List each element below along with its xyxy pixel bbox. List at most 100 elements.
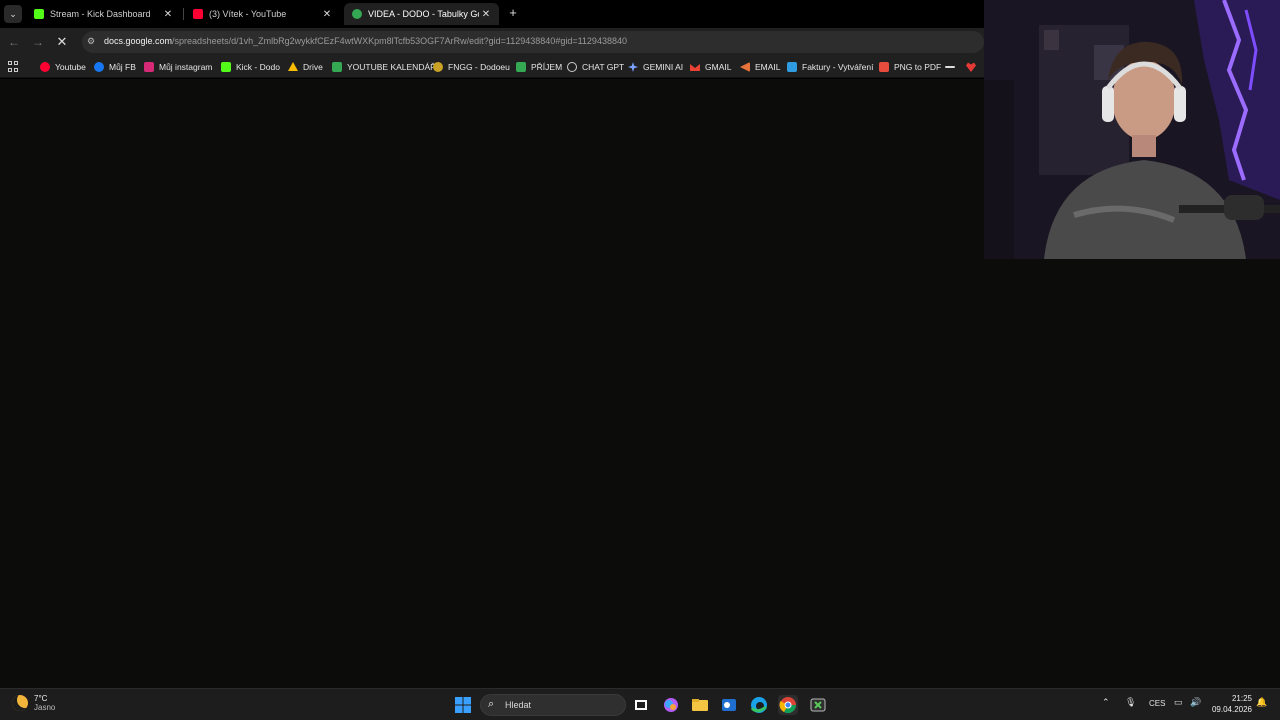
bookmark-png-to-pdf[interactable]: PNG to PDF: [879, 60, 941, 74]
taskbar: 7°C Jasno ⌕ Hledat ⌃ 🎙 CES ▭ 🔊 21:25 09.…: [0, 688, 1280, 720]
close-icon[interactable]: ✕: [479, 9, 493, 20]
back-button[interactable]: ←: [6, 34, 22, 50]
tab-title: VIDEA - DODO - Tabulky Goog: [368, 9, 479, 19]
drive-icon: [288, 62, 298, 71]
kick-icon: [34, 9, 44, 19]
stop-loading-button[interactable]: ✕: [54, 34, 70, 50]
forward-button[interactable]: →: [30, 34, 46, 50]
tab-title: (3) Vítek - YouTube: [209, 9, 287, 19]
browser-chrome: ⌄ Stream - Kick Dashboard ✕ (3) Vítek - …: [0, 0, 984, 80]
bookmark-label: PNG to PDF: [894, 62, 942, 72]
url-text: docs.google.com/spreadsheets/d/1vh_ZmlbR…: [104, 36, 627, 46]
bookmark-label: Drive: [303, 62, 323, 72]
search-icon: ⌕: [488, 698, 495, 710]
volume-icon[interactable]: 🔊: [1190, 697, 1201, 708]
bookmark-instagram[interactable]: Můj instagram: [144, 60, 212, 74]
chrome-icon: [779, 697, 797, 714]
gemini-icon: [628, 62, 638, 72]
network-icon[interactable]: ▭: [1174, 697, 1183, 708]
input-language[interactable]: CES: [1149, 699, 1165, 708]
bookmark-fngg[interactable]: FNGG - Dodoeu: [433, 60, 510, 74]
instagram-icon: [144, 62, 154, 72]
bookmark-youtube[interactable]: Youtube: [40, 60, 86, 74]
address-bar[interactable]: ⚙ docs.google.com/spreadsheets/d/1vh_Zml…: [82, 31, 984, 53]
task-view-icon: [635, 700, 647, 710]
bookmark-label: Můj instagram: [159, 62, 213, 72]
sheets-icon: [516, 62, 526, 72]
bookmark-label: Kick - Dodo: [236, 62, 280, 72]
bookmark-label: EMAIL: [755, 62, 781, 72]
chatgpt-icon: [567, 62, 577, 72]
new-tab-button[interactable]: +: [505, 5, 521, 20]
webcam-overlay: [984, 0, 1280, 259]
tab-separator: [183, 8, 184, 20]
bookmark-facebook[interactable]: Můj FB: [94, 60, 136, 74]
bookmark-gmail[interactable]: GMAIL: [690, 60, 731, 74]
browser-toolbar: ← → ✕ ⚙ docs.google.com/spreadsheets/d/1…: [0, 28, 984, 56]
screen: ⌄ Stream - Kick Dashboard ✕ (3) Vítek - …: [0, 0, 1280, 720]
weather-description: Jasno: [34, 703, 56, 712]
tab-search-button[interactable]: ⌄: [4, 5, 22, 23]
file-explorer-button[interactable]: [690, 695, 710, 715]
bookmark-label: Faktury - Vytváření: [802, 62, 874, 72]
email-icon: [740, 62, 750, 72]
bookmark-label: FNGG - Dodoeu: [448, 62, 510, 72]
chrome-button[interactable]: [778, 695, 798, 715]
bookmark-label: GMAIL: [705, 62, 732, 72]
kick-icon: [221, 62, 231, 72]
url-path: /spreadsheets/d/1vh_ZmlbRg2wykkfCEzF4wtW…: [172, 36, 627, 46]
weather-widget[interactable]: 7°C Jasno: [12, 694, 55, 712]
bookmark-faktury[interactable]: Faktury - Vytváření: [787, 60, 873, 74]
page-content-loading: [0, 79, 984, 688]
folder-icon: [692, 699, 708, 711]
microphone-icon[interactable]: 🎙: [1125, 697, 1136, 708]
clock[interactable]: 21:25 09.04.2026: [1208, 693, 1252, 715]
app-icon: [810, 698, 826, 712]
show-hidden-icons[interactable]: ⌃: [1102, 697, 1110, 708]
tab-kick-dashboard[interactable]: Stream - Kick Dashboard ✕: [26, 3, 181, 25]
weather-temperature: 7°C: [34, 694, 48, 703]
outlook-icon: [722, 699, 736, 711]
tab-title: Stream - Kick Dashboard: [50, 9, 151, 19]
dash-icon: [945, 66, 955, 68]
close-icon[interactable]: ✕: [161, 9, 175, 20]
sheets-icon: [332, 62, 342, 72]
taskbar-search[interactable]: ⌕ Hledat: [480, 694, 626, 716]
heart-icon: [966, 62, 976, 72]
bookmark-prijem[interactable]: PŘÍJEM: [516, 60, 562, 74]
task-view-button[interactable]: [631, 695, 651, 715]
windows-icon: [455, 697, 471, 713]
bookmark-overflow-2[interactable]: [966, 60, 981, 74]
bookmark-overflow-1[interactable]: [945, 60, 960, 74]
bookmark-kick[interactable]: Kick - Dodo: [221, 60, 280, 74]
outlook-button[interactable]: [719, 695, 739, 715]
bookmark-gemini[interactable]: GEMINI AI: [628, 60, 683, 74]
facebook-icon: [94, 62, 104, 72]
bookmarks-bar: Youtube Můj FB Můj instagram Kick - Dodo…: [0, 56, 984, 78]
gmail-icon: [690, 64, 700, 71]
xbox-button[interactable]: [808, 695, 828, 715]
close-icon[interactable]: ✕: [320, 9, 334, 20]
bookmark-label: Můj FB: [109, 62, 136, 72]
edge-icon: [750, 697, 767, 713]
bookmark-youtube-calendar[interactable]: YOUTUBE KALENDÁŘ: [332, 60, 436, 74]
copilot-button[interactable]: [661, 695, 681, 715]
fngg-icon: [433, 62, 443, 72]
youtube-icon: [193, 9, 203, 19]
bookmark-label: PŘÍJEM: [531, 62, 563, 72]
bookmark-chatgpt[interactable]: CHAT GPT: [567, 60, 624, 74]
start-button[interactable]: [453, 695, 473, 715]
desktop-background: [984, 259, 1280, 688]
tab-youtube[interactable]: (3) Vítek - YouTube ✕: [185, 3, 340, 25]
site-info-icon[interactable]: ⚙: [87, 36, 95, 47]
clock-time: 21:25: [1231, 694, 1252, 703]
bookmark-email[interactable]: EMAIL: [740, 60, 781, 74]
pdf-icon: [879, 62, 889, 72]
clock-date: 09.04.2026: [1211, 705, 1252, 714]
notifications-icon[interactable]: 🔔: [1256, 697, 1267, 708]
bookmark-drive[interactable]: Drive: [288, 60, 323, 74]
streamer-webcam-image: [984, 0, 1280, 259]
tab-google-sheets[interactable]: VIDEA - DODO - Tabulky Goog ✕: [344, 3, 499, 25]
apps-icon[interactable]: [8, 61, 19, 72]
edge-button[interactable]: [749, 695, 769, 715]
